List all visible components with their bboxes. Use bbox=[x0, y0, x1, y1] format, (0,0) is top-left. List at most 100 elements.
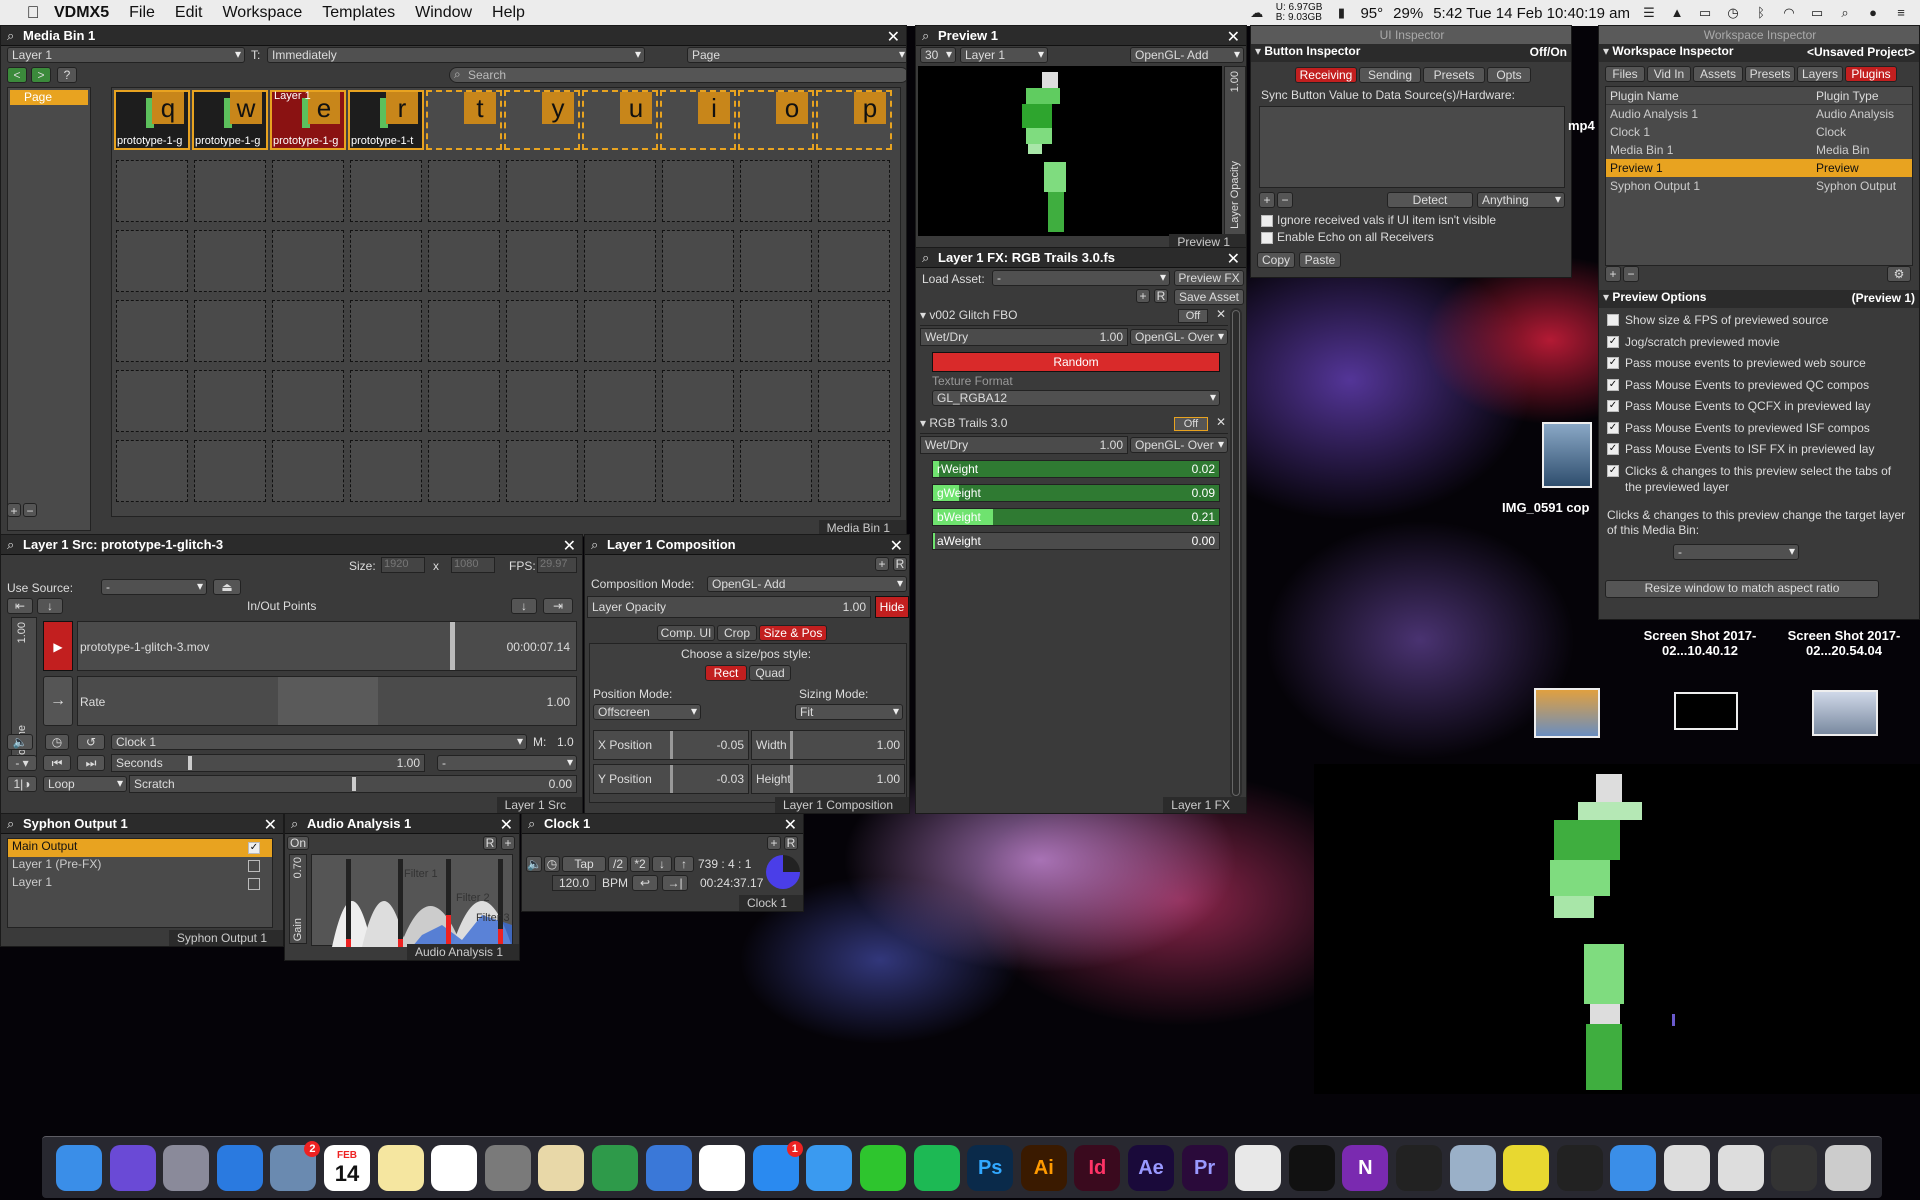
datetime[interactable]: 5:42 Tue 14 Feb 10:40:19 am bbox=[1433, 5, 1630, 22]
fps-field[interactable]: 29.97 bbox=[537, 557, 577, 573]
spectrum-view[interactable]: Filter 1 Filter 2 Filter 3 bbox=[311, 854, 513, 947]
tab-crop[interactable]: Crop bbox=[717, 625, 757, 641]
bin-cell[interactable] bbox=[662, 230, 734, 292]
gain-slider[interactable]: 0.70 Gain bbox=[289, 854, 307, 944]
seconds-mode-select[interactable]: - bbox=[437, 755, 577, 771]
down-out-button[interactable]: ↓ bbox=[511, 598, 537, 614]
bin-cell[interactable] bbox=[350, 300, 422, 362]
memory-readout[interactable]: U: 6.97GB B: 9.03GB bbox=[1276, 3, 1323, 23]
disclosure-icon[interactable]: ▾ bbox=[1255, 44, 1261, 58]
wifi-icon[interactable]: ◠ bbox=[1780, 6, 1798, 20]
fx-param-slider[interactable]: gWeight 0.09 bbox=[932, 484, 1220, 502]
creative-cloud-icon[interactable]: ☁ bbox=[1248, 6, 1266, 20]
gear-icon[interactable]: ⚙ bbox=[1887, 266, 1911, 282]
target-layer-select[interactable]: - bbox=[1673, 544, 1799, 560]
close-icon[interactable]: ✕ bbox=[500, 815, 513, 835]
dock-activity-monitor-icon[interactable] bbox=[1556, 1145, 1603, 1191]
prev-page-button[interactable]: < bbox=[7, 67, 27, 83]
preview-option-checkbox[interactable]: ✓ Pass Mouse Events to ISF FX in previewe… bbox=[1607, 441, 1907, 457]
tab-plugins[interactable]: Plugins bbox=[1845, 66, 1897, 82]
checkbox[interactable] bbox=[1261, 231, 1273, 244]
bin-cell[interactable] bbox=[584, 440, 656, 502]
loop-mode-select[interactable]: Loop bbox=[43, 776, 127, 792]
close-icon[interactable]: ✕ bbox=[1227, 27, 1240, 47]
bin-cell[interactable] bbox=[584, 300, 656, 362]
dock-system-preferences-icon[interactable] bbox=[484, 1145, 531, 1191]
airplay-icon[interactable]: ▭ bbox=[1808, 6, 1826, 20]
dock-after-effects-icon[interactable]: Ae bbox=[1128, 1145, 1174, 1191]
checkbox[interactable]: ✓ bbox=[1607, 464, 1619, 477]
preview-blend-select[interactable]: OpenGL- Add bbox=[1130, 47, 1244, 63]
plugin-row[interactable]: Clock 1 Clock bbox=[1606, 123, 1912, 141]
x-handle[interactable] bbox=[670, 731, 673, 759]
help-button[interactable]: ? bbox=[57, 67, 77, 83]
checkbox[interactable]: ✓ bbox=[1607, 335, 1619, 348]
fx-param-slider[interactable]: rWeight 0.02 bbox=[932, 460, 1220, 478]
trigger-mode-select[interactable]: Immediately bbox=[267, 47, 645, 63]
bin-cell[interactable] bbox=[584, 370, 656, 432]
battery-percent[interactable]: 29% bbox=[1393, 5, 1423, 22]
bin-clip[interactable]: i bbox=[660, 90, 736, 150]
y-handle[interactable] bbox=[670, 765, 673, 793]
add-plugin-button[interactable]: + bbox=[1605, 266, 1621, 282]
fx-param-slider[interactable]: bWeight 0.21 bbox=[932, 508, 1220, 526]
desktop-file-icon[interactable] bbox=[1534, 688, 1600, 738]
clock-reset-button[interactable]: R bbox=[784, 836, 798, 850]
dock-keynote-icon[interactable] bbox=[645, 1145, 692, 1191]
height-slider[interactable]: Height 1.00 bbox=[751, 764, 905, 794]
apple-icon[interactable]:  bbox=[20, 3, 46, 23]
double-tempo-button[interactable]: *2 bbox=[630, 856, 650, 872]
search-icon[interactable]: ⌕ bbox=[922, 250, 938, 266]
bin-cell[interactable] bbox=[428, 160, 500, 222]
syphon-titlebar[interactable]: ⌕ Syphon Output 1 ✕ bbox=[1, 814, 283, 834]
remove-receiver-button[interactable]: − bbox=[1277, 192, 1293, 208]
bin-cell[interactable] bbox=[740, 230, 812, 292]
bin-cell[interactable] bbox=[272, 160, 344, 222]
desktop-file-label[interactable]: IMG_0591 cop bbox=[1502, 500, 1589, 515]
fx-titlebar[interactable]: ⌕ Layer 1 FX: RGB Trails 3.0.fs ✕ bbox=[916, 248, 1246, 268]
search-icon[interactable]: ⌕ bbox=[291, 816, 307, 832]
dock-calendar-icon[interactable]: FEB 14 bbox=[324, 1145, 370, 1191]
dock-messages-icon[interactable] bbox=[806, 1145, 853, 1191]
bin-cell[interactable] bbox=[272, 370, 344, 432]
add-fx-button[interactable]: + bbox=[1136, 289, 1150, 303]
timer-icon[interactable]: ◷ bbox=[45, 734, 69, 750]
dash-button[interactable]: - ▾ bbox=[7, 755, 37, 771]
bin-cell[interactable] bbox=[506, 230, 578, 292]
checkbox[interactable] bbox=[248, 860, 260, 872]
desktop-file-icon[interactable] bbox=[1542, 422, 1592, 488]
tab-vid-in[interactable]: Vid In bbox=[1647, 66, 1691, 82]
bin-cell[interactable] bbox=[662, 300, 734, 362]
search-field[interactable]: ⌕ Search bbox=[449, 67, 906, 83]
fx-scrollbar[interactable] bbox=[1230, 308, 1242, 798]
menu-help[interactable]: Help bbox=[492, 4, 525, 22]
bpm-field[interactable]: 120.0 bbox=[552, 875, 596, 891]
dock-documents-icon[interactable] bbox=[1717, 1145, 1764, 1191]
rate-slider[interactable]: Rate 1.00 bbox=[77, 676, 577, 726]
dock-illustrator-icon[interactable]: Ai bbox=[1020, 1145, 1067, 1191]
tab-size-pos[interactable]: Size & Pos bbox=[759, 625, 827, 641]
down-button[interactable]: ↓ bbox=[37, 598, 63, 614]
checkbox[interactable] bbox=[248, 878, 260, 890]
scratch-handle[interactable] bbox=[352, 777, 356, 791]
disclosure-icon[interactable]: ▾ bbox=[1603, 290, 1609, 304]
audio-titlebar[interactable]: ⌕ Audio Analysis 1 ✕ bbox=[285, 814, 519, 834]
receivers-list[interactable] bbox=[1259, 106, 1565, 188]
bin-cell[interactable] bbox=[194, 230, 266, 292]
desktop-file-label[interactable]: mp4 bbox=[1568, 118, 1595, 133]
menu-workspace[interactable]: Workspace bbox=[222, 4, 302, 22]
preview-layer-select[interactable]: Layer 1 bbox=[960, 47, 1048, 63]
dock-stack-icon[interactable] bbox=[1771, 1145, 1818, 1191]
audio-reset-button[interactable]: R bbox=[483, 836, 497, 850]
bin-cell[interactable] bbox=[584, 230, 656, 292]
checkbox[interactable] bbox=[1261, 214, 1273, 227]
resize-window-button[interactable]: Resize window to match aspect ratio bbox=[1605, 580, 1879, 598]
nudge-down-button[interactable]: ↓ bbox=[652, 856, 672, 872]
fx2-close-icon[interactable]: ✕ bbox=[1216, 415, 1226, 429]
rect-button[interactable]: Rect bbox=[705, 665, 747, 681]
layer-source-titlebar[interactable]: ⌕ Layer 1 Src: prototype-1-glitch-3 ✕ bbox=[1, 535, 582, 555]
dock-textedit-icon[interactable] bbox=[538, 1145, 585, 1191]
menu-window[interactable]: Window bbox=[415, 4, 472, 22]
fps-select[interactable]: 30 bbox=[920, 47, 956, 63]
bin-clip[interactable]: prototype-1-t r bbox=[348, 90, 424, 150]
